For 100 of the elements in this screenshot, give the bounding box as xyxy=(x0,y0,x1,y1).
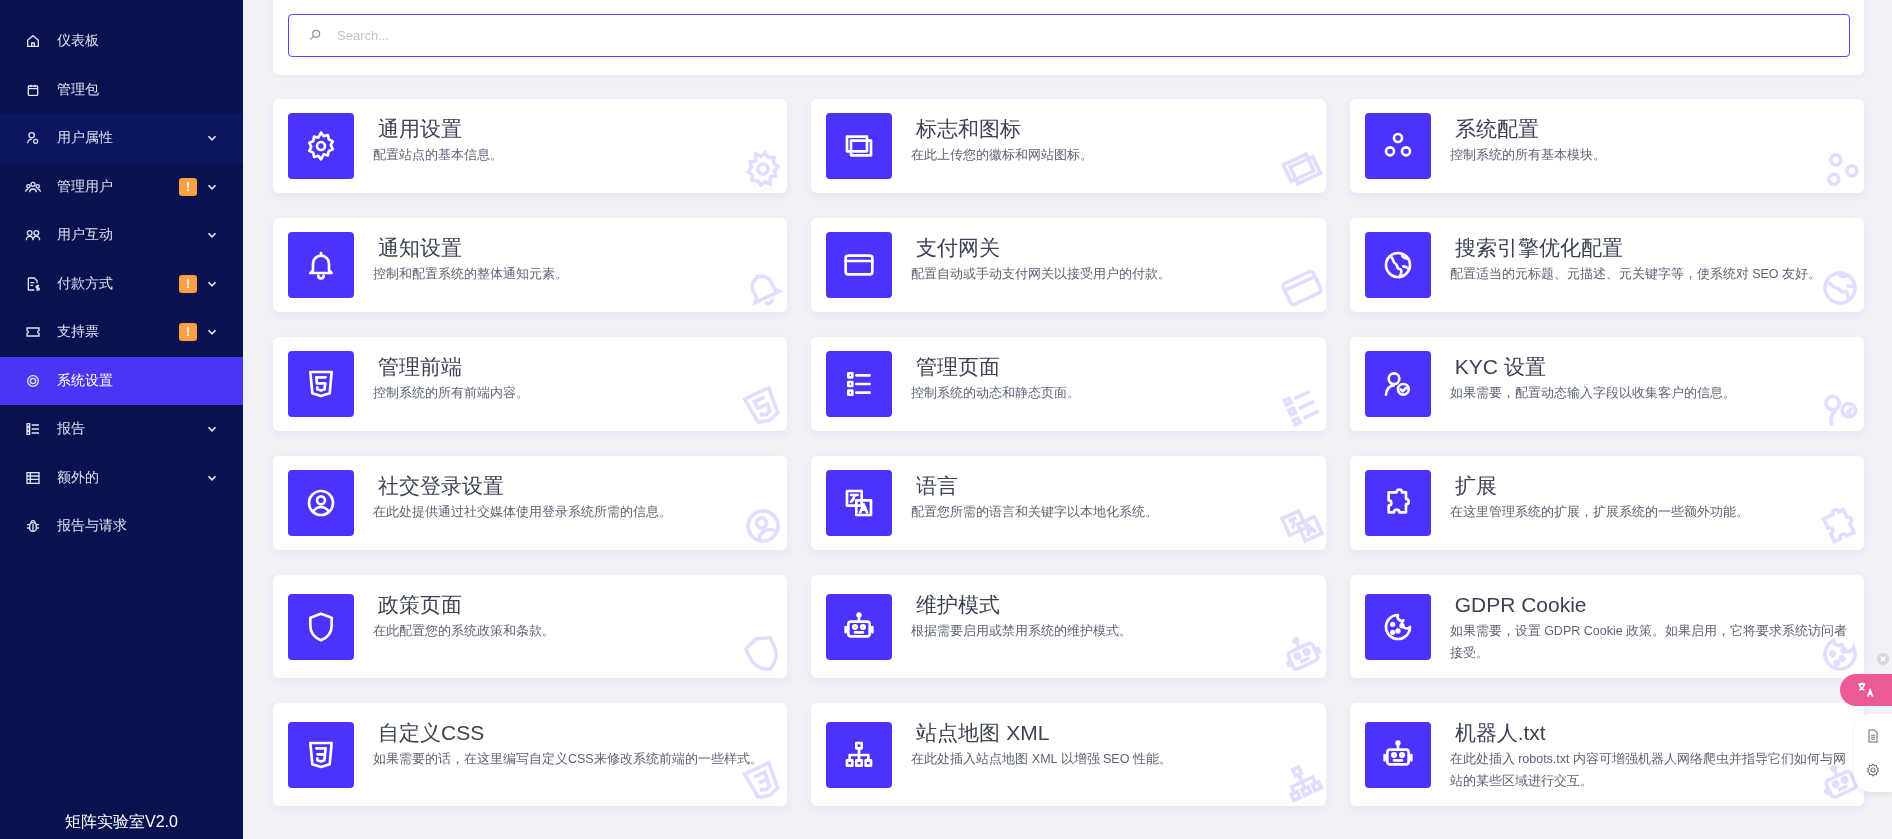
settings-card[interactable]: 标志和图标 在此上传您的徽标和网站图标。 xyxy=(811,99,1326,193)
card-description: 在此处插入 robots.txt 内容可增强机器人网络爬虫并指导它们如何与网站的某些区域进行交互。 xyxy=(1449,751,1847,790)
settings-card[interactable]: 通用设置 配置站点的基本信息。 xyxy=(273,99,788,193)
card-description: 在此处提供通过社交媒体使用登录系统所需的信息。 xyxy=(373,504,673,521)
translate-icon xyxy=(1856,680,1876,700)
card-title: 政策页面 xyxy=(377,592,463,618)
card-description: 控制和配置系统的整体通知元素。 xyxy=(373,266,569,283)
settings-card[interactable]: 扩展 在这里管理系统的扩展，扩展系统的一些额外功能。 xyxy=(1349,456,1864,550)
card-title: 自定义CSS xyxy=(377,720,486,746)
translate-button[interactable] xyxy=(1840,674,1892,706)
invoice-icon xyxy=(25,275,41,292)
card-title: 维护模式 xyxy=(915,592,1002,618)
search-field[interactable]: Search... xyxy=(288,14,1850,57)
translate-tile-icon xyxy=(826,470,893,536)
card-title: GDPR Cookie xyxy=(1453,592,1588,618)
settings-card[interactable]: 社交登录设置 在此处提供通过社交媒体使用登录系统所需的信息。 xyxy=(273,456,788,550)
sitemap-tile-icon xyxy=(826,721,893,788)
settings-card[interactable]: KYC 设置 如果需要，配置动态输入字段以收集客户的信息。 xyxy=(1349,337,1864,431)
settings-card[interactable]: 通知设置 控制和配置系统的整体通知元素。 xyxy=(273,218,788,312)
warning-badge: ! xyxy=(179,177,197,196)
card-description: 控制系统的所有前端内容。 xyxy=(373,385,530,402)
list-tile-icon xyxy=(826,351,893,417)
card-description: 在此配置您的系统政策和条款。 xyxy=(373,623,556,640)
puzzle-tile-icon xyxy=(1364,470,1431,536)
settings-card[interactable]: 政策页面 在此配置您的系统政策和条款。 xyxy=(273,575,788,678)
sidebar-item[interactable]: 报告与请求 xyxy=(0,502,243,551)
list-icon xyxy=(25,421,41,438)
html5-tile-icon xyxy=(288,351,354,417)
home-icon xyxy=(25,33,41,50)
document-icon[interactable] xyxy=(1865,728,1881,744)
globe-tile-icon xyxy=(1364,232,1431,298)
app-version-label: 矩阵实验室V2.0 xyxy=(64,812,179,832)
card-title: 社交登录设置 xyxy=(377,473,505,499)
credit-card-tile-icon xyxy=(826,232,893,298)
settings-card[interactable]: 自定义CSS 如果需要的话，在这里编写自定义CSS来修改系统前端的一些样式。 xyxy=(273,703,788,806)
settings-card[interactable]: 管理页面 控制系统的动态和静态页面。 xyxy=(811,337,1326,431)
warning-badge: ! xyxy=(179,274,197,293)
robot-tile-icon xyxy=(826,593,893,660)
card-title: KYC 设置 xyxy=(1453,354,1547,380)
sidebar-item[interactable]: 用户互动 xyxy=(0,211,243,260)
card-description: 配置您所需的语言和关键字以本地化系统。 xyxy=(911,504,1160,521)
card-title: 管理前端 xyxy=(377,354,463,380)
user-check-tile-icon xyxy=(1364,351,1431,417)
card-title: 通知设置 xyxy=(377,235,463,261)
sidebar-item[interactable]: 仪表板 xyxy=(0,17,243,66)
card-description: 根据需要启用或禁用系统的维护模式。 xyxy=(911,623,1134,640)
shield-tile-icon xyxy=(288,593,354,660)
sidebar-item[interactable]: 付款方式 ! xyxy=(0,259,243,308)
card-title: 语言 xyxy=(915,473,960,499)
card-title: 机器人.txt xyxy=(1453,720,1547,746)
settings-icon[interactable] xyxy=(1865,762,1881,778)
search-icon xyxy=(308,28,322,42)
card-description: 配置自动或手动支付网关以接受用户的付款。 xyxy=(911,266,1173,283)
card-description: 配置适当的元标题、元描述、元关键字等，使系统对 SEO 友好。 xyxy=(1449,266,1822,283)
card-description: 如果需要，设置 GDPR Cookie 政策。如果启用，它将要求系统访问者接受。 xyxy=(1449,623,1848,662)
sidebar-item[interactable]: 支持票 ! xyxy=(0,308,243,357)
card-description: 控制系统的所有基本模块。 xyxy=(1449,147,1607,164)
settings-card[interactable]: 管理前端 控制系统的所有前端内容。 xyxy=(273,337,788,431)
robot-tile-icon xyxy=(1364,721,1431,788)
card-title: 管理页面 xyxy=(915,354,1002,380)
card-title: 标志和图标 xyxy=(915,116,1023,142)
settings-card[interactable]: 站点地图 XML 在此处插入站点地图 XML 以增强 SEO 性能。 xyxy=(811,703,1326,806)
sidebar-item[interactable]: 管理用户 ! xyxy=(0,162,243,211)
css3-tile-icon xyxy=(288,721,354,788)
settings-card[interactable]: 系统配置 控制系统的所有基本模块。 xyxy=(1349,99,1864,193)
card-title: 系统配置 xyxy=(1453,116,1540,142)
bug-icon xyxy=(25,518,41,535)
settings-card[interactable]: 语言 配置您所需的语言和关键字以本地化系统。 xyxy=(811,456,1326,550)
sidebar-item[interactable]: 管理包 xyxy=(0,65,243,114)
gears-tile-icon xyxy=(1364,113,1431,179)
card-title: 通用设置 xyxy=(377,116,463,142)
card-description: 配置站点的基本信息。 xyxy=(373,147,504,164)
settings-card[interactable]: 维护模式 根据需要启用或禁用系统的维护模式。 xyxy=(811,575,1326,678)
table-icon xyxy=(25,469,41,486)
gear-tile-icon xyxy=(288,113,354,179)
card-description: 如果需要的话，在这里编写自定义CSS来修改系统前端的一些样式。 xyxy=(373,751,764,768)
card-title: 站点地图 XML xyxy=(915,720,1051,746)
card-description: 在此上传您的徽标和网站图标。 xyxy=(911,147,1095,164)
ring-icon xyxy=(25,372,41,389)
card-description: 如果需要，配置动态输入字段以收集客户的信息。 xyxy=(1449,385,1737,402)
settings-card[interactable]: 支付网关 配置自动或手动支付网关以接受用户的付款。 xyxy=(811,218,1326,312)
settings-card[interactable]: 搜索引擎优化配置 配置适当的元标题、元描述、元关键字等，使系统对 SEO 友好。 xyxy=(1349,218,1864,312)
card-title: 搜索引擎优化配置 xyxy=(1453,235,1624,261)
window-tile-icon xyxy=(826,113,893,179)
sidebar-item[interactable]: 用户属性 xyxy=(0,114,243,163)
settings-card[interactable]: GDPR Cookie 如果需要，设置 GDPR Cookie 政策。如果启用，它将要求系统访问者接受。 xyxy=(1349,575,1864,678)
card-description: 在此处插入站点地图 XML 以增强 SEO 性能。 xyxy=(911,751,1173,768)
bell-tile-icon xyxy=(288,232,354,298)
card-title: 支付网关 xyxy=(915,235,1002,261)
warning-badge: ! xyxy=(179,323,197,342)
sidebar-item[interactable]: 系统设置 xyxy=(0,356,243,405)
cookie-tile-icon xyxy=(1364,593,1431,660)
user-icon xyxy=(25,130,41,147)
settings-card[interactable]: 机器人.txt 在此处插入 robots.txt 内容可增强机器人网络爬虫并指导它们如何与网站的某些区域进行交互。 xyxy=(1349,703,1864,806)
sidebar-item[interactable]: 额外的 xyxy=(0,453,243,502)
card-title: 扩展 xyxy=(1453,473,1498,499)
user-circle-tile-icon xyxy=(288,470,354,536)
sidebar-item[interactable]: 报告 xyxy=(0,405,243,454)
card-description: 在这里管理系统的扩展，扩展系统的一些额外功能。 xyxy=(1449,504,1750,521)
card-description: 控制系统的动态和静态页面。 xyxy=(911,385,1082,402)
